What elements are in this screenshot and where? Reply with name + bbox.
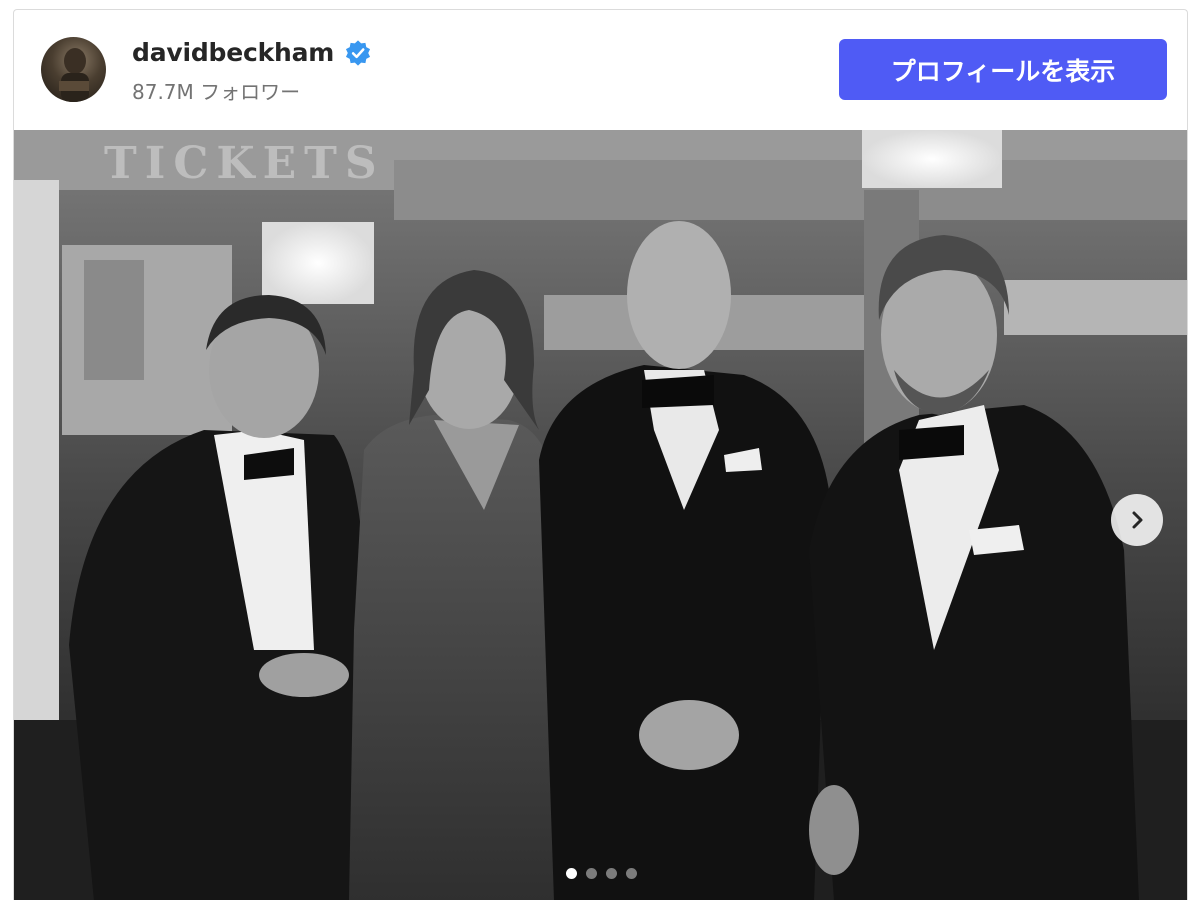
post-photo[interactable]: TICKETS — [14, 130, 1187, 900]
carousel-dot[interactable] — [566, 868, 577, 879]
post-header: davidbeckham 87.7M フォロワー プロフィールを表示 — [14, 10, 1187, 130]
view-profile-button[interactable]: プロフィールを表示 — [839, 39, 1167, 100]
carousel-dot[interactable] — [606, 868, 617, 879]
verified-badge-icon — [344, 39, 372, 67]
follower-count: 87.7M フォロワー — [132, 80, 301, 104]
instagram-embed: davidbeckham 87.7M フォロワー プロフィールを表示 TICKE… — [13, 9, 1188, 900]
chevron-right-icon — [1132, 511, 1143, 529]
username-row: davidbeckham — [132, 38, 372, 67]
carousel-indicator — [14, 868, 1187, 879]
carousel-next-button[interactable] — [1111, 494, 1163, 546]
carousel-dot[interactable] — [626, 868, 637, 879]
carousel-dot[interactable] — [586, 868, 597, 879]
avatar[interactable] — [41, 37, 106, 102]
username[interactable]: davidbeckham — [132, 38, 334, 67]
tickets-sign: TICKETS — [104, 138, 385, 189]
